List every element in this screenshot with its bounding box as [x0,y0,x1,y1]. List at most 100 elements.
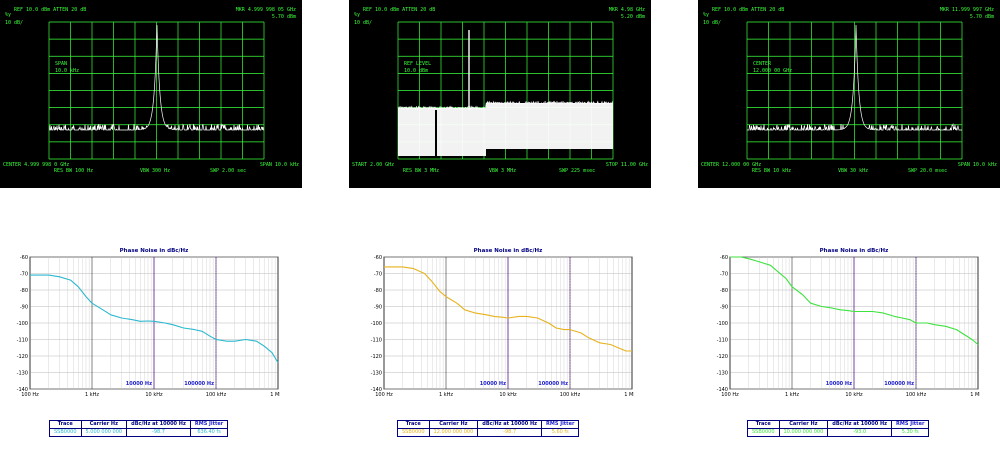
screen-hdr-y: %y [5,12,11,18]
chart-title: Phase Noise in dBc/Hz [120,248,189,254]
screen-marker-freq: MKR 4.98 GHz [609,7,645,13]
screen-footer-right: STOP 11.00 GHz [606,162,648,168]
y-tick-label: -110 [717,337,728,343]
legend-table-2: Trace Carrier Hz dBc/Hz at 10000 Hz RMS … [397,420,580,437]
screen-vbw: VBW 30 kHz [838,168,868,174]
x-tick-label: 100 Hz [21,392,39,398]
phase-noise-chart-3: Phase Noise in dBc/Hz -60 -70 -80 -90 -100 -11… [712,245,980,405]
legend-jitter-value: 5.60 fs [541,428,580,437]
legend-header-carrier: Carrier Hz [80,420,128,429]
x-tick-label: 10 kHz [145,392,163,398]
y-tick-label: -100 [717,321,728,327]
chart-title: Phase Noise in dBc/Hz [474,248,543,254]
legend-header-trace: Trace [49,420,82,429]
x-tick-label: 100 kHz [906,392,927,398]
legend-trace-name: SSB0000 [49,428,82,437]
legend-header-trace: Trace [747,420,780,429]
marker-label: 100000 Hz [538,381,568,387]
screen-scale: 10 dB/ [354,20,372,26]
marker-label: 10000 Hz [480,381,506,387]
screen-ref-label: REF 10.0 dBm ATTEN 20 dB [14,7,86,13]
y-tick-label: -120 [17,354,28,360]
x-tick-label: 100 Hz [721,392,739,398]
screen-rbw: RES BW 3 MHz [403,168,439,174]
marker-label: 10000 Hz [826,381,852,387]
screen-background [0,0,302,188]
y-tick-label: -80 [20,288,28,294]
legend-header-jitter: RMS Jitter [541,420,580,429]
y-tick-label: -130 [717,370,728,376]
legend-trace-name: SSB0000 [747,428,780,437]
legend-dbc-value: -93.0 [827,428,893,437]
screen-scale: 10 dB/ [5,20,23,26]
screen-rbw: RES BW 100 Hz [54,168,93,174]
y-tick-label: -90 [374,304,382,310]
y-tick-label: -100 [371,321,382,327]
screen-footer-left: START 2.00 GHz [352,162,394,168]
marker-label: 10000 Hz [126,381,152,387]
screen-marker-level: 5.20 dBm [621,14,645,20]
legend-header-trace: Trace [397,420,430,429]
y-tick-label: -90 [720,304,728,310]
x-tick-label: 1 kHz [785,392,799,398]
x-tick-label: 100 kHz [206,392,227,398]
legend-header-dbc: dBc/Hz at 10000 Hz [126,420,191,429]
legend-jitter-value: 5.30 fs [891,428,930,437]
x-tick-label: 10 kHz [499,392,517,398]
screen-background [698,0,1000,188]
screen-mid-value: 10.0 dBm [404,68,428,74]
screen-marker-freq: MKR 11.999 997 GHz [940,7,994,13]
y-tick-label: -130 [17,370,28,376]
legend-carrier-value: 10.000 000 000 [778,428,829,437]
screen-marker-level: 5.70 dBm [970,14,994,20]
legend-header-jitter: RMS Jitter [891,420,930,429]
screen-marker-freq: MKR 4.999 998 05 GHz [236,7,296,13]
legend-header-dbc: dBc/Hz at 10000 Hz [477,420,543,429]
spectrum-screen-1: %y REF 10.0 dBm ATTEN 20 dB MKR 4.999 998 … [0,0,302,188]
y-tick-label: -70 [374,271,382,277]
y-tick-label: -120 [371,354,382,360]
y-tick-label: -80 [720,288,728,294]
screen-sweep: SWP 2.00 sec [210,168,246,174]
y-tick-label: -110 [371,337,382,343]
legend-table-1: Trace Carrier Hz dBc/Hz at 10000 Hz RMS … [49,420,229,437]
x-tick-label: 10 kHz [845,392,863,398]
y-tick-label: -90 [20,304,28,310]
screen-mid-value: 12.000 00 GHz [753,68,792,74]
trace-fill-region [398,108,486,156]
legend-trace-name: SSB0000 [397,428,430,437]
screen-rbw: RES BW 10 kHz [752,168,791,174]
legend-carrier-value: 5.000 000 000 [80,428,128,437]
x-tick-label: 1 MHz [624,392,634,398]
legend-carrier-value: 12.000 000 000 [428,428,479,437]
spectrum-screen-3: %y REF 10.0 dBm ATTEN 20 dB MKR 11.999 997… [698,0,1000,188]
y-tick-label: -60 [374,255,382,261]
screen-background [349,0,651,188]
chart-title: Phase Noise in dBc/Hz [820,248,889,254]
y-tick-label: -70 [20,271,28,277]
screen-sweep: SWP 20.0 msec [908,168,947,174]
legend-dbc-value: -98.7 [126,428,191,437]
marker-label: 100000 Hz [184,381,214,387]
screen-marker-level: 5.70 dBm [272,14,296,20]
screen-ref-label: REF 10.0 dBm ATTEN 20 dB [712,7,784,13]
spectrum-screen-2: %y REF 10.0 dBm ATTEN 20 dB MKR 4.98 GHz 5.… [349,0,651,188]
legend-table-3: Trace Carrier Hz dBc/Hz at 10000 Hz RMS … [747,420,930,437]
x-tick-label: 1 MHz [970,392,980,398]
y-tick-label: -60 [720,255,728,261]
phase-noise-chart-1: Phase Noise in dBc/Hz -60 -70 -80 -90 -100 -11… [12,245,280,405]
screen-mid-label: CENTER [753,61,772,67]
y-tick-label: -130 [371,370,382,376]
x-tick-label: 1 kHz [85,392,99,398]
screen-vbw: VBW 300 Hz [140,168,170,174]
marker-label: 100000 Hz [884,381,914,387]
x-tick-label: 1 kHz [439,392,453,398]
y-tick-label: -100 [17,321,28,327]
screen-footer-right: SPAN 10.0 kHz [260,162,299,168]
legend-header-carrier: Carrier Hz [778,420,829,429]
screen-ref-label: REF 10.0 dBm ATTEN 20 dB [363,7,435,13]
x-tick-label: 100 kHz [560,392,581,398]
screen-sweep: SWP 225 msec [559,168,595,174]
x-tick-label: 100 Hz [375,392,393,398]
screen-scale: 10 dB/ [703,20,721,26]
